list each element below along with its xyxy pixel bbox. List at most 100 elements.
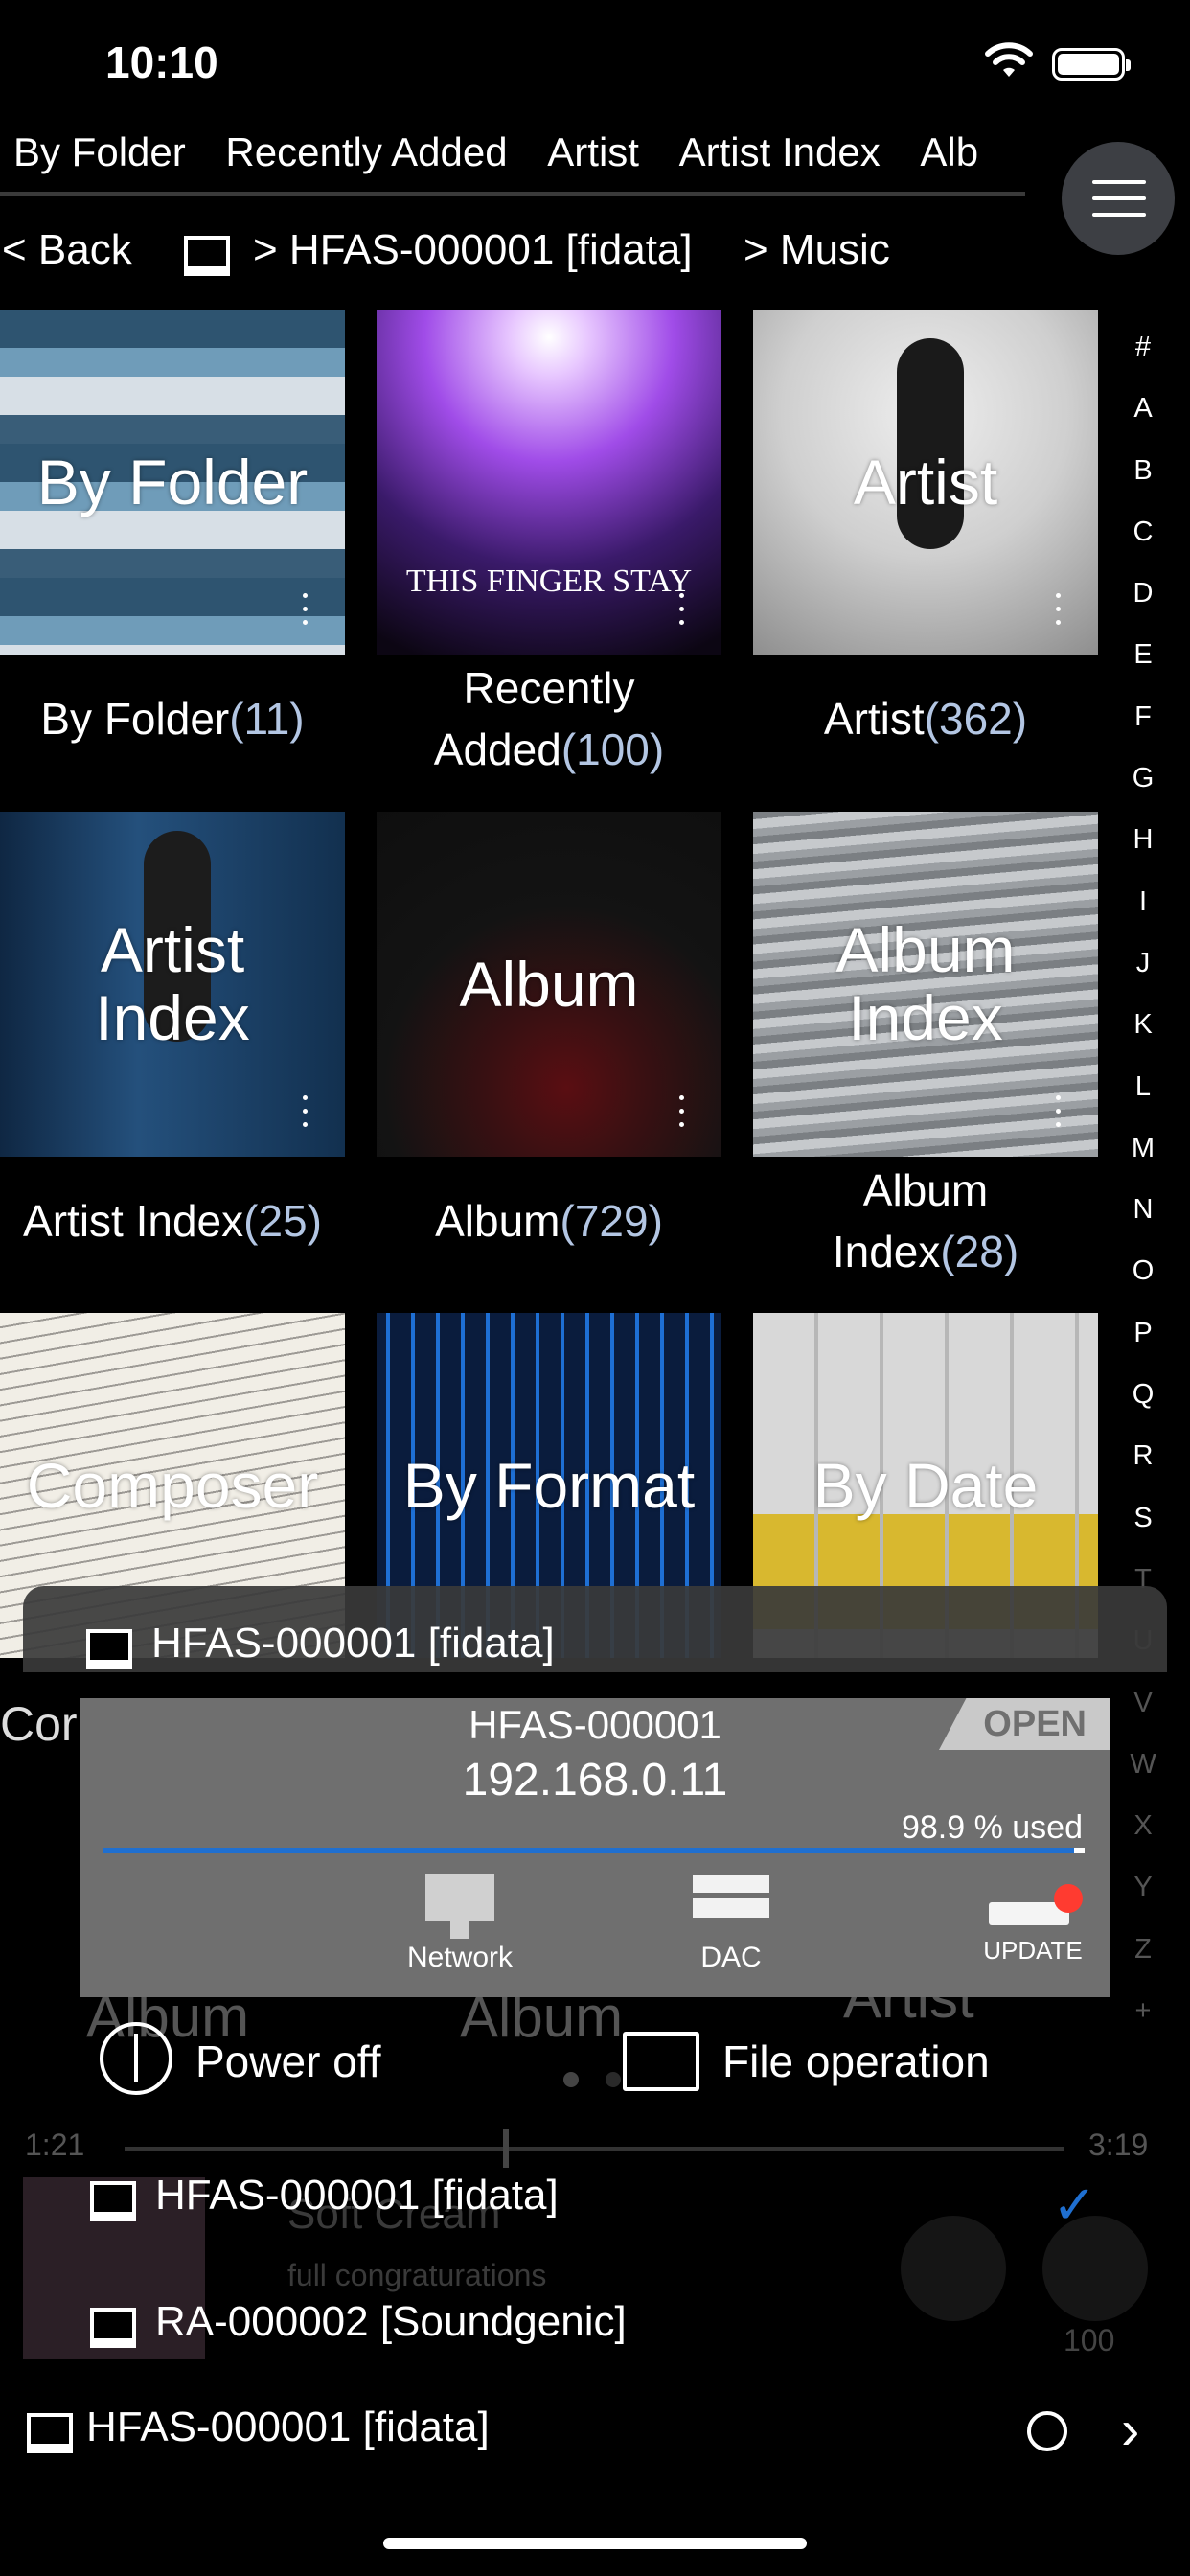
volume-level: 100 — [1064, 2323, 1115, 2358]
album-art-text: THIS FINGER STAY — [405, 564, 693, 599]
server-icon — [27, 2413, 73, 2453]
breadcrumb-folder[interactable]: > Music — [744, 226, 890, 274]
server-icon — [86, 1629, 132, 1669]
server-icon — [90, 2308, 136, 2348]
alpha-index-letter[interactable]: L — [1119, 1056, 1167, 1117]
alpha-index-letter[interactable]: C — [1119, 501, 1167, 563]
alpha-index-letter[interactable]: E — [1119, 624, 1167, 685]
file-operation-button[interactable]: File operation — [722, 2036, 990, 2087]
category-tabs: By Folder Recently Added Artist Artist I… — [0, 129, 1025, 187]
breadcrumb-server[interactable]: > HFAS-000001 [fidata] — [253, 226, 693, 274]
alpha-index-letter[interactable]: + — [1119, 1980, 1167, 2041]
pause-button[interactable] — [901, 2216, 1006, 2321]
network-icon[interactable] — [425, 1874, 494, 1921]
alpha-index-letter[interactable]: Q — [1119, 1364, 1167, 1425]
tab-album[interactable]: Alb — [920, 129, 978, 174]
device-ip: 192.168.0.11 — [462, 1755, 728, 1806]
storage-usage-text: 98.9 % used — [901, 1809, 1083, 1846]
alpha-index-letter[interactable]: M — [1119, 1117, 1167, 1179]
update-badge-dot — [1054, 1884, 1083, 1913]
folder-icon[interactable] — [623, 2032, 699, 2091]
network-label[interactable]: Network — [364, 1942, 556, 1974]
update-label[interactable]: UPDATE — [937, 1936, 1129, 1966]
tab-divider — [0, 192, 1025, 196]
alpha-index-letter[interactable]: V — [1119, 1672, 1167, 1734]
hamburger-menu-button[interactable] — [1062, 142, 1175, 255]
airplay-icon[interactable] — [1027, 2411, 1067, 2451]
server-icon — [90, 2181, 136, 2221]
tile-artist-index[interactable]: Artist Index — [0, 812, 345, 1157]
caption-album-index: Album Index(28) — [832, 1165, 1019, 1277]
alpha-index-letter[interactable]: O — [1119, 1240, 1167, 1301]
more-icon[interactable] — [301, 1095, 309, 1130]
caption-artist-index: Artist Index(25) — [23, 1196, 322, 1246]
alpha-index-letter[interactable]: N — [1119, 1179, 1167, 1240]
tile-title: By Folder — [36, 446, 309, 518]
power-icon[interactable] — [100, 2022, 172, 2095]
alpha-index-letter[interactable]: H — [1119, 809, 1167, 870]
alphabet-index[interactable]: #ABCDEFGHIJKLMNOPQRSTUVWXYZ+ — [1119, 316, 1167, 2041]
alpha-index-letter[interactable]: B — [1119, 440, 1167, 501]
tile-title: Artist — [853, 446, 998, 518]
caption-composer-partial: Cor — [0, 1697, 78, 1751]
storage-usage-bar — [103, 1848, 1085, 1853]
seek-bar[interactable] — [125, 2147, 1064, 2150]
tile-by-folder[interactable]: By Folder — [0, 310, 345, 655]
alpha-index-letter[interactable]: Y — [1119, 1856, 1167, 1918]
more-icon[interactable] — [677, 593, 685, 628]
alpha-index-letter[interactable]: A — [1119, 378, 1167, 439]
more-icon[interactable] — [1054, 593, 1062, 628]
tile-recently-added[interactable]: THIS FINGER STAY — [377, 310, 721, 655]
dac-label[interactable]: DAC — [635, 1942, 827, 1974]
alpha-index-letter[interactable]: W — [1119, 1734, 1167, 1795]
dac-icon[interactable] — [693, 1875, 769, 1918]
alpha-index-letter[interactable]: J — [1119, 932, 1167, 994]
caption-recently-added: Recently Added(100) — [433, 663, 665, 775]
device-item-ra[interactable]: RA-000002 [Soundgenic] — [155, 2298, 627, 2346]
open-badge[interactable]: OPEN — [939, 1698, 1110, 1750]
more-icon[interactable] — [677, 1095, 685, 1130]
tile-album-index[interactable]: Album Index — [753, 812, 1098, 1157]
device-item-hfas[interactable]: HFAS-000001 [fidata] — [155, 2172, 559, 2220]
current-device-button[interactable]: HFAS-000001 [fidata] — [86, 2404, 490, 2451]
alpha-index-letter[interactable]: D — [1119, 563, 1167, 624]
caption-artist: Artist(362) — [823, 694, 1028, 744]
alpha-index-letter[interactable]: S — [1119, 1487, 1167, 1549]
chevron-right-icon[interactable]: › — [1121, 2398, 1139, 2462]
caption-album: Album(729) — [435, 1196, 663, 1246]
power-off-button[interactable]: Power off — [195, 2036, 380, 2087]
tile-album[interactable]: Album — [377, 812, 721, 1157]
alpha-index-letter[interactable]: R — [1119, 1425, 1167, 1486]
more-icon[interactable] — [301, 593, 309, 628]
home-indicator — [383, 2538, 807, 2549]
page-dot-active — [563, 2072, 579, 2087]
network-icon-stand — [450, 1921, 469, 1939]
alpha-index-letter[interactable]: K — [1119, 994, 1167, 1055]
more-icon[interactable] — [1054, 1095, 1062, 1130]
caption-by-folder: By Folder(11) — [40, 694, 305, 744]
wifi-icon — [985, 42, 1033, 77]
tile-title: Album — [459, 948, 639, 1020]
elapsed-time: 1:21 — [25, 2128, 85, 2162]
seek-knob[interactable] — [503, 2129, 509, 2168]
alpha-index-letter[interactable]: P — [1119, 1302, 1167, 1364]
tile-title: Artist Index — [95, 914, 250, 1053]
alpha-index-letter[interactable]: X — [1119, 1795, 1167, 1856]
tab-artist-index[interactable]: Artist Index — [679, 129, 881, 174]
album-name: full congraturations — [287, 2258, 547, 2292]
battery-icon — [1052, 48, 1131, 80]
total-time: 3:19 — [1088, 2128, 1149, 2162]
alpha-index-letter[interactable]: G — [1119, 748, 1167, 809]
alpha-index-letter[interactable]: F — [1119, 686, 1167, 748]
alpha-index-letter[interactable]: I — [1119, 871, 1167, 932]
tab-by-folder[interactable]: By Folder — [13, 129, 186, 174]
server-icon — [184, 236, 230, 276]
popup-title: HFAS-000001 [fidata] — [151, 1620, 555, 1667]
alpha-index-letter[interactable]: # — [1119, 316, 1167, 378]
tab-artist[interactable]: Artist — [547, 129, 639, 174]
tile-artist[interactable]: Artist — [753, 310, 1098, 655]
checkmark-icon: ✓ — [1052, 2174, 1097, 2235]
status-time: 10:10 — [105, 37, 218, 87]
tab-recently-added[interactable]: Recently Added — [225, 129, 507, 174]
back-button[interactable]: < Back — [2, 226, 132, 274]
